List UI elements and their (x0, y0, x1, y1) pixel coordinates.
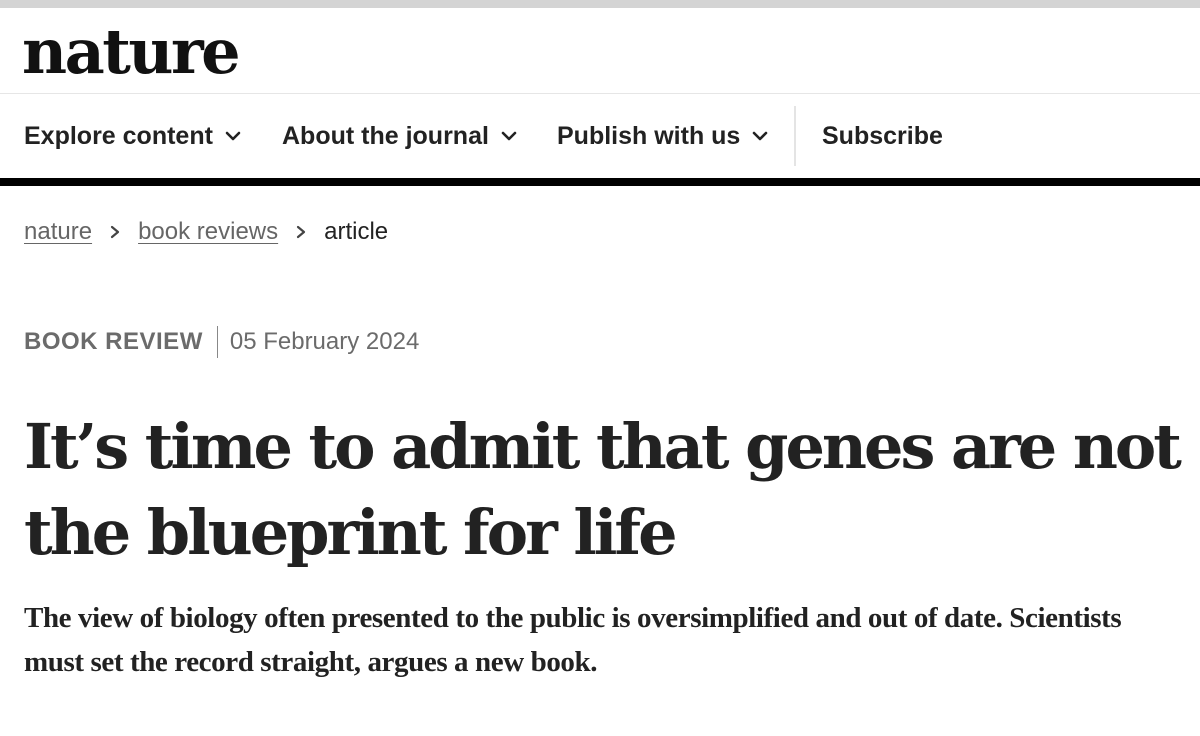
nav-explore-content-label: Explore content (24, 121, 213, 150)
chevron-right-icon (297, 225, 306, 239)
breadcrumb: nature book reviews article (24, 212, 388, 252)
nav-subscribe-label: Subscribe (822, 121, 943, 150)
meta-divider (216, 326, 218, 358)
nav-about-the-journal-label: About the journal (282, 121, 489, 150)
article-standfirst: The view of biology often presented to t… (24, 602, 1122, 678)
article-meta: BOOK REVIEW 05 February 2024 (24, 322, 419, 362)
chevron-down-icon (753, 131, 768, 141)
masthead: nature (0, 8, 1200, 94)
breadcrumb-current: article (324, 218, 389, 245)
nav-subscribe[interactable]: Subscribe (822, 94, 943, 178)
chevron-down-icon (501, 131, 517, 141)
chevron-down-icon (225, 131, 241, 141)
article-type: BOOK REVIEW (24, 328, 203, 355)
nav-bottom-rule (0, 178, 1200, 186)
nav-publish-with-us[interactable]: Publish with us (557, 94, 768, 178)
nav-publish-with-us-label: Publish with us (557, 121, 741, 150)
article-title: It’s time to admit that genes are not th… (24, 410, 1182, 569)
nav-divider (794, 106, 796, 166)
main-nav: Explore content About the journal Publis… (0, 94, 1200, 178)
top-rule (0, 0, 1200, 8)
breadcrumb-book-reviews[interactable]: book reviews (138, 218, 278, 246)
nature-logo[interactable]: nature (22, 16, 241, 88)
breadcrumb-nature[interactable]: nature (24, 218, 92, 246)
nav-about-the-journal[interactable]: About the journal (282, 94, 517, 178)
nav-explore-content[interactable]: Explore content (24, 94, 241, 178)
article-date: 05 February 2024 (229, 328, 420, 355)
chevron-right-icon (110, 225, 120, 239)
